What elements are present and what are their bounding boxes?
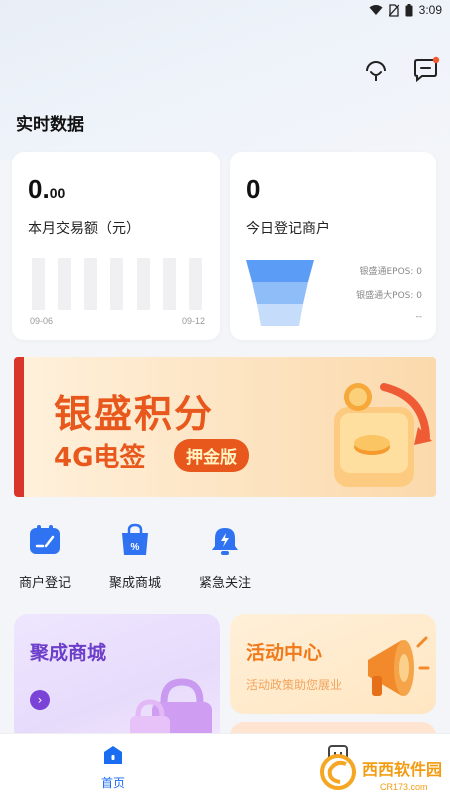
funnel-segment-bottom [257, 304, 303, 326]
svg-text:CR173.com: CR173.com [380, 782, 428, 792]
no-sim-icon [388, 3, 399, 17]
battery-icon [405, 3, 413, 16]
register-icon [30, 525, 60, 554]
daily-bar [110, 258, 124, 310]
funnel-label-epos: 银盛通EPOS: 0 [359, 267, 422, 277]
status-icons: 3:09 [369, 3, 442, 17]
funnel-label-other: -- [415, 312, 423, 322]
activity-center-title: 活动中心 [246, 642, 323, 664]
tab-home[interactable]: 首页 [96, 744, 130, 791]
banner-tag: 押金版 [174, 439, 249, 472]
banner-subtitle: 4G电签 [54, 443, 146, 473]
activity-center-card[interactable]: 活动中心 活动政策助您展业 [230, 614, 436, 714]
chevron-right-icon[interactable]: › [30, 690, 50, 710]
daily-bar [32, 258, 45, 310]
funnel-segment-middle [252, 282, 308, 304]
funnel-segment-top [246, 260, 314, 282]
monthly-volume-dec: 00 [49, 185, 66, 201]
daily-bar [84, 258, 98, 310]
merchant-registration-card[interactable]: 0 今日登记商户 银盛通EPOS: 0 银盛通大POS: 0 -- [230, 152, 436, 340]
quick-action-label: 聚成商城 [108, 576, 161, 591]
quick-action-register[interactable]: 商户登记 [10, 522, 80, 591]
daily-bar [136, 258, 150, 310]
banner-title: 银盛积分 [54, 392, 215, 436]
quick-action-label: 紧急关注 [198, 576, 251, 591]
message-icon[interactable] [412, 56, 440, 84]
date-start-label: 09-06 [30, 316, 54, 326]
tab-home-label: 首页 [100, 776, 125, 790]
quick-action-label: 商户登记 [18, 576, 71, 591]
megaphone-icon [368, 636, 430, 696]
status-time: 3:09 [418, 3, 442, 17]
svg-text:西西软件园: 西西软件园 [362, 760, 442, 779]
daily-bar [188, 258, 202, 310]
svg-text:%: % [131, 542, 140, 553]
activity-center-subtitle: 活动政策助您展业 [246, 678, 343, 692]
monthly-volume-value: 0.00 [28, 174, 65, 205]
daily-bars [32, 258, 202, 310]
mall-promo-card[interactable]: 聚成商城 › [14, 614, 220, 744]
quick-action-mall[interactable]: % 聚成商城 [100, 522, 170, 591]
site-watermark-logo: 西西软件园 CR173.com [320, 754, 444, 792]
coin-jar-illustration [334, 383, 432, 487]
promo-banner[interactable]: 银盛积分 4G电签 押金版 [14, 357, 436, 497]
daily-bar [58, 258, 72, 310]
monthly-volume-label: 本月交易额（元） [28, 221, 140, 237]
shopping-bag-icon: % [122, 523, 148, 555]
section-title: 实时数据 [16, 115, 84, 135]
wifi-icon [369, 5, 383, 15]
monthly-volume-card[interactable]: 0.00 本月交易额（元） 09-06 09-12 [12, 152, 220, 340]
quick-action-alert[interactable]: 紧急关注 [190, 522, 260, 591]
status-bar: 3:09 [0, 0, 450, 24]
funnel-label-big-pos: 银盛通大POS: 0 [356, 291, 422, 301]
alert-bell-icon [212, 528, 238, 555]
mall-promo-title: 聚成商城 [30, 642, 107, 664]
customer-service-icon[interactable] [362, 56, 390, 84]
merchant-count-label: 今日登记商户 [246, 221, 330, 237]
monthly-volume-int: 0. [28, 174, 50, 204]
funnel-chart [246, 260, 314, 326]
banner-prev-edge [14, 357, 24, 497]
merchant-count-value: 0 [246, 174, 261, 204]
daily-bar [162, 258, 176, 310]
home-icon [104, 746, 122, 764]
date-end-label: 09-12 [182, 316, 206, 326]
